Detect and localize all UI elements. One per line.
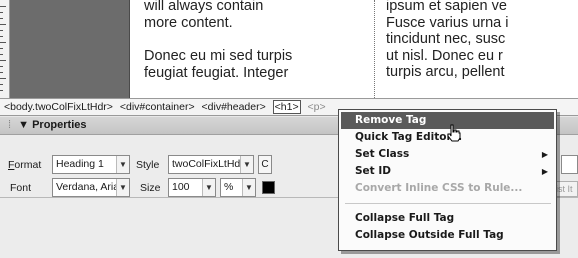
style-label: Style — [136, 159, 160, 171]
ruler-tick — [0, 18, 3, 19]
format-label-text: ormat — [14, 159, 42, 171]
format-value: Heading 1 — [56, 158, 104, 170]
font-value: Verdana, Arial — [56, 181, 122, 193]
ruler-tick — [0, 30, 3, 31]
ruler-tick — [0, 90, 3, 91]
ruler-tick — [0, 48, 3, 49]
design-view[interactable]: will always contain more content. Donec … — [0, 0, 578, 98]
ruler-tick — [0, 78, 6, 79]
ruler-tick — [0, 6, 6, 7]
font-select[interactable]: Verdana, Arial ▼ — [52, 178, 130, 197]
right-content-column[interactable]: ipsum et sapien ve Fusce varius urna i t… — [386, 0, 509, 81]
menu-item-set-id[interactable]: Set ID ▶ — [341, 163, 554, 180]
content-line: turpis arcu, pellent — [386, 64, 505, 80]
unit-select[interactable]: % ▼ — [220, 178, 256, 197]
content-line: ut nisl. Donec eu r — [386, 47, 503, 64]
menu-item-collapse-full-tag[interactable]: Collapse Full Tag — [341, 210, 554, 227]
ruler-tick — [0, 60, 6, 61]
menu-item-label: Set Class — [355, 148, 410, 160]
tag-h1[interactable]: <h1> — [272, 100, 301, 114]
font-label: Font — [10, 182, 32, 194]
menu-item-label: Convert Inline CSS to Rule... — [355, 182, 523, 194]
menu-item-label: Collapse Outside Full Tag — [355, 229, 504, 241]
triangle-down-icon[interactable]: ▼ — [18, 119, 29, 131]
css-button[interactable]: C — [258, 155, 272, 174]
tag-container[interactable]: <div#container> — [120, 101, 195, 113]
ruler-tick — [0, 84, 3, 85]
menu-item-label: Collapse Full Tag — [355, 212, 455, 224]
ruler-tick — [0, 66, 3, 67]
tag-header[interactable]: <div#header> — [202, 101, 266, 113]
format-label: Format — [8, 159, 42, 171]
chevron-right-icon: ▶ — [541, 150, 548, 159]
main-content-column[interactable]: will always contain more content. Donec … — [144, 0, 372, 81]
ruler-tick — [0, 36, 3, 37]
size-select[interactable]: 100 ▼ — [168, 178, 216, 197]
size-value: 100 — [172, 181, 190, 193]
ruler-tick — [0, 24, 6, 25]
vertical-ruler — [0, 0, 10, 98]
grip-icon[interactable]: ⁞ — [8, 119, 11, 131]
chevron-down-icon[interactable]: ▼ — [240, 156, 253, 173]
tag-p[interactable]: <p> — [308, 101, 326, 113]
chevron-down-icon[interactable]: ▼ — [202, 179, 215, 196]
size-label: Size — [140, 182, 161, 194]
content-line: Donec eu mi sed turpis — [144, 48, 293, 64]
content-line: will always contain — [144, 0, 264, 14]
sidebar-column[interactable] — [10, 0, 130, 98]
chevron-down-icon[interactable]: ▼ — [242, 179, 255, 196]
style-select[interactable]: twoColFixLtHdr ▼ — [168, 155, 254, 174]
chevron-down-icon[interactable]: ▼ — [116, 156, 129, 173]
content-line: more content. — [144, 14, 233, 31]
chevron-down-icon[interactable]: ▼ — [116, 179, 129, 196]
ruler-tick — [0, 54, 3, 55]
content-line: feugiat feugiat. Integer — [144, 64, 289, 81]
properties-input-field[interactable] — [561, 155, 578, 174]
unit-value: % — [224, 181, 234, 193]
content-line: Fusce varius urna i — [386, 14, 509, 31]
menu-item-collapse-outside-full-tag[interactable]: Collapse Outside Full Tag — [341, 227, 554, 244]
text-color-swatch[interactable] — [262, 181, 275, 194]
format-select[interactable]: Heading 1 ▼ — [52, 155, 130, 174]
column-divider — [374, 0, 375, 98]
menu-separator — [345, 203, 551, 204]
ruler-tick — [0, 12, 3, 13]
menu-item-convert-inline-css: Convert Inline CSS to Rule... — [341, 180, 554, 197]
tag-body[interactable]: <body.twoColFixLtHdr> — [4, 101, 113, 113]
hand-pointer-icon — [447, 124, 461, 142]
menu-item-label: Set ID — [355, 165, 391, 177]
content-line: ipsum et sapien ve — [386, 0, 507, 14]
style-value: twoColFixLtHdr — [172, 158, 244, 170]
content-line: tincidunt nec, susc — [386, 31, 506, 47]
menu-item-set-class[interactable]: Set Class ▶ — [341, 146, 554, 163]
menu-item-label: Remove Tag — [355, 114, 427, 126]
chevron-right-icon: ▶ — [541, 167, 548, 176]
ruler-tick — [0, 72, 3, 73]
properties-title: Properties — [32, 119, 87, 131]
ruler-tick — [0, 42, 6, 43]
